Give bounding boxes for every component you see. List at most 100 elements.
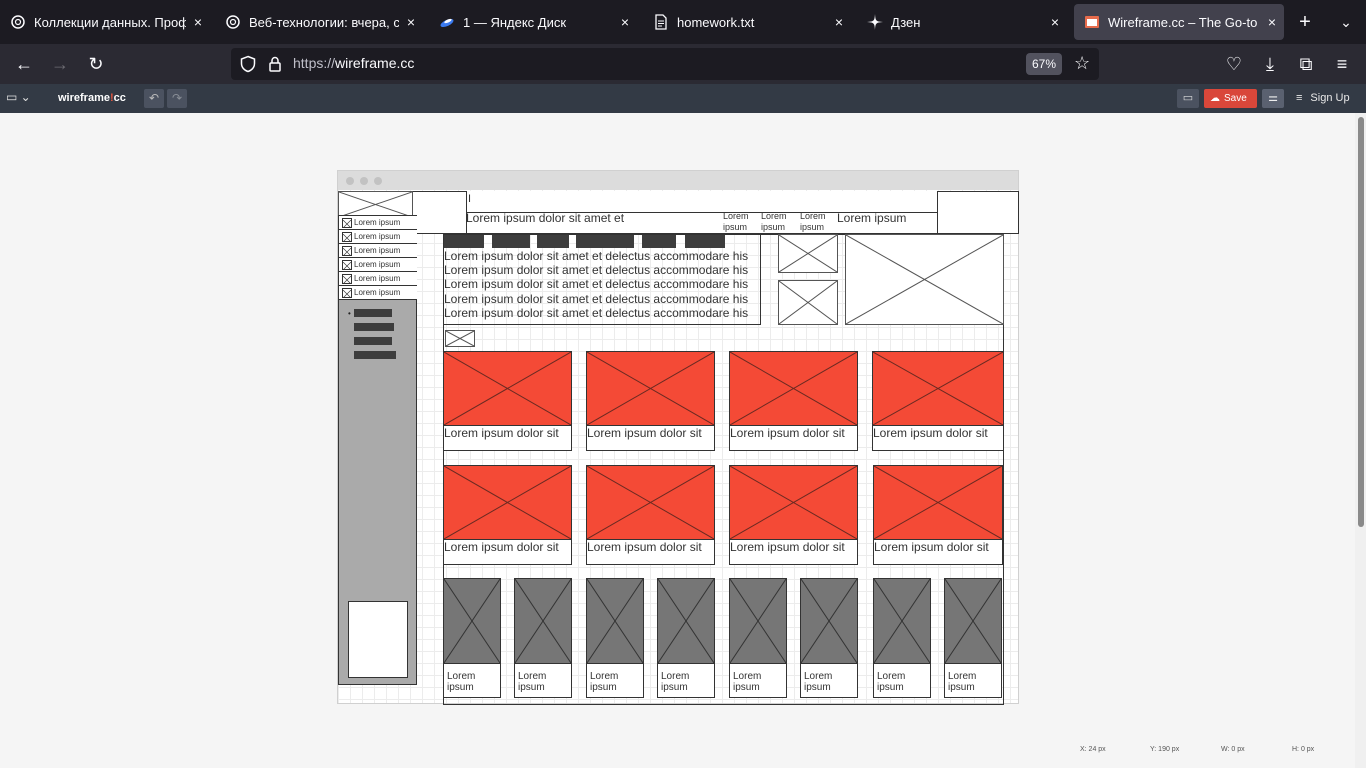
tab-homework[interactable]: homework.txt × — [643, 4, 851, 40]
save-button[interactable]: ☁ Save — [1204, 89, 1257, 108]
sidebar-checkbox-item[interactable]: Lorem ipsum — [339, 258, 417, 272]
tab-title: Wireframe.cc – The Go-to Fre — [1108, 14, 1260, 30]
sidebar-white-box[interactable] — [348, 601, 408, 678]
reload-button[interactable]: ↻ — [84, 52, 108, 76]
gray-image-placeholder[interactable] — [873, 578, 931, 664]
tab-wireframe[interactable]: Wireframe.cc – The Go-to Fre × — [1074, 4, 1284, 40]
sidebar-checkbox-item[interactable]: Lorem ipsum — [339, 286, 417, 300]
close-tab-icon[interactable]: × — [613, 14, 637, 30]
header-nav-item[interactable]: Lorem ipsum — [723, 211, 753, 233]
close-tab-icon[interactable]: × — [1260, 14, 1284, 30]
close-tab-icon[interactable]: × — [399, 14, 423, 30]
close-tab-icon[interactable]: × — [186, 14, 210, 30]
checkbox-icon[interactable] — [342, 274, 352, 285]
gray-image-placeholder[interactable] — [729, 578, 787, 664]
url-text[interactable]: https://wireframe.cc — [293, 55, 414, 71]
menu-icon: ≡ — [1296, 92, 1303, 104]
card-caption: Lorem ipsum dolor sit — [874, 540, 989, 554]
gray-image-placeholder[interactable] — [514, 578, 572, 664]
zoom-level-badge[interactable]: 67% — [1026, 53, 1063, 75]
gray-image-placeholder[interactable] — [944, 578, 1002, 664]
tab-dzen[interactable]: Дзен × — [857, 4, 1067, 40]
frame-title-bar — [338, 171, 1018, 190]
sidebar-menu-bar[interactable] — [354, 309, 392, 317]
sidebar-checkbox-item[interactable]: Lorem ipsum — [339, 244, 417, 258]
tab-web-tech[interactable]: Веб-технологии: вчера, сего × — [215, 4, 423, 40]
close-tab-icon[interactable]: × — [1043, 14, 1067, 30]
red-image-placeholder[interactable] — [443, 465, 572, 540]
gray-image-placeholder[interactable] — [800, 578, 858, 664]
wireframe-browser-frame[interactable]: I Lorem ipsum dolor sit amet et Lorem ip… — [337, 170, 1019, 705]
checkbox-icon[interactable] — [342, 218, 352, 229]
tab-title: Дзен — [891, 14, 921, 30]
header-nav-item[interactable]: Lorem ipsum — [800, 211, 830, 233]
card-caption: Lorem ipsum dolor sit — [444, 540, 559, 554]
image-placeholder[interactable] — [778, 280, 838, 325]
sidebar-checkbox-item[interactable]: Lorem ipsum — [339, 272, 417, 286]
forward-button[interactable]: → — [48, 52, 72, 76]
extensions-icon[interactable]: ⧉ — [1294, 52, 1318, 76]
tab-yandex-disk[interactable]: 1 — Яндекс Диск × — [429, 4, 637, 40]
checkbox-icon[interactable] — [342, 288, 352, 299]
back-button[interactable]: ← — [12, 52, 36, 76]
image-placeholder[interactable] — [778, 234, 838, 273]
header-nav-item-large[interactable]: Lorem ipsum — [837, 211, 906, 225]
red-image-placeholder[interactable] — [443, 351, 572, 426]
pocket-icon[interactable]: ♡ — [1222, 52, 1246, 76]
lock-icon[interactable] — [266, 55, 284, 73]
sidebar-menu-bar[interactable] — [354, 351, 396, 359]
red-image-placeholder[interactable] — [729, 351, 858, 426]
text-cursor: I — [468, 193, 472, 205]
red-image-placeholder[interactable] — [729, 465, 858, 540]
sidebar-checkbox-item[interactable]: Lorem ipsum — [339, 230, 417, 244]
paragraph-line: Lorem ipsum dolor sit amet et delectus a… — [444, 249, 749, 263]
status-y: Y: 190 px — [1150, 746, 1180, 753]
gray-image-placeholder[interactable] — [443, 578, 501, 664]
undo-button[interactable]: ↶ — [144, 89, 164, 108]
checkbox-icon[interactable] — [342, 260, 352, 271]
logo-placeholder-image[interactable] — [338, 191, 413, 218]
window-dot — [374, 177, 382, 185]
sidebar-menu-bar[interactable] — [354, 337, 392, 345]
hero-image-placeholder[interactable] — [845, 234, 1004, 325]
list-bullet: • — [348, 309, 351, 318]
red-image-placeholder[interactable] — [872, 351, 1004, 426]
new-tab-button[interactable]: + — [1293, 10, 1317, 34]
status-x: X: 24 px — [1080, 746, 1106, 753]
settings-sliders-button[interactable]: ⚌ — [1262, 89, 1284, 108]
app-menu-icon[interactable]: ≡ — [1330, 52, 1354, 76]
comment-button[interactable]: ▭ — [1177, 89, 1199, 108]
paragraph-line: Lorem ipsum dolor sit amet et delectus a… — [444, 277, 749, 291]
page-switcher-icon[interactable]: ▭ ⌄ — [6, 90, 31, 104]
url-bar[interactable]: https://wireframe.cc 67% ☆ — [231, 48, 1099, 80]
sidebar[interactable]: Lorem ipsum Lorem ipsum Lorem ipsum Lore… — [338, 215, 417, 685]
close-tab-icon[interactable]: × — [827, 14, 851, 30]
status-w: W: 0 px — [1221, 746, 1245, 753]
downloads-icon[interactable]: ⤓ — [1258, 52, 1282, 76]
redo-button[interactable]: ↷ — [167, 89, 187, 108]
sidebar-checkbox-item[interactable]: Lorem ipsum — [339, 216, 417, 230]
tab-collections[interactable]: Коллекции данных. Профиль × — [0, 4, 210, 40]
list-tabs-button[interactable]: ⌄ — [1334, 10, 1358, 34]
yandex-disk-icon — [439, 14, 455, 30]
red-image-placeholder[interactable] — [873, 465, 1003, 540]
tracking-protection-icon[interactable] — [239, 55, 257, 73]
bookmark-star-icon[interactable]: ☆ — [1074, 53, 1090, 74]
card-caption: Lorem ipsum dolor sit — [587, 540, 702, 554]
header-nav-item[interactable]: Lorem ipsum — [761, 211, 791, 233]
sidebar-menu-bar[interactable] — [354, 323, 394, 331]
sign-up-link[interactable]: ≡ Sign Up — [1296, 92, 1350, 104]
checkbox-icon[interactable] — [342, 232, 352, 243]
document-icon — [653, 14, 669, 30]
small-image-placeholder[interactable] — [445, 330, 475, 347]
gray-image-placeholder[interactable] — [586, 578, 644, 664]
scrollbar-thumb[interactable] — [1358, 117, 1364, 527]
window-dot — [360, 177, 368, 185]
app-logo[interactable]: wireframe!cc — [58, 92, 126, 104]
checkbox-icon[interactable] — [342, 246, 352, 257]
drawing-canvas[interactable]: I Lorem ipsum dolor sit amet et Lorem ip… — [0, 113, 1355, 768]
red-image-placeholder[interactable] — [586, 465, 715, 540]
red-image-placeholder[interactable] — [586, 351, 715, 426]
header-input-box[interactable] — [466, 191, 938, 213]
gray-image-placeholder[interactable] — [657, 578, 715, 664]
